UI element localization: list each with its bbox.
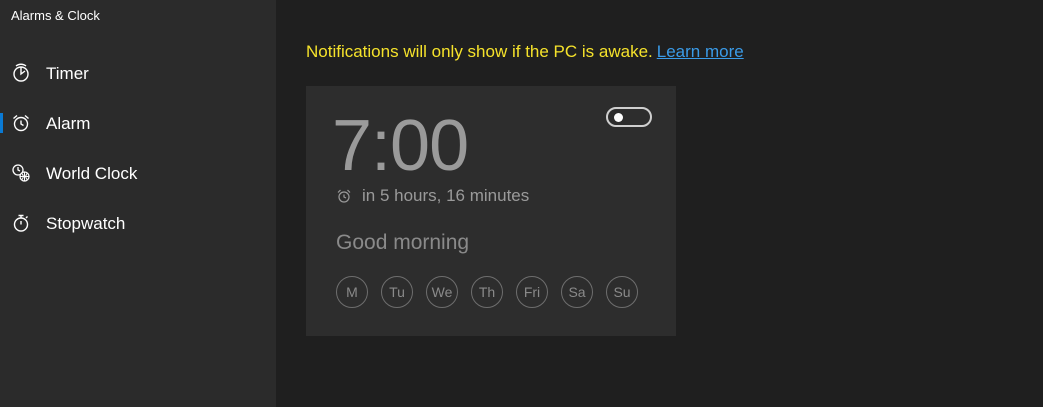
time-remaining-text: in 5 hours, 16 minutes: [362, 186, 530, 205]
day-thursday: Th: [471, 276, 503, 308]
sidebar-item-world-clock[interactable]: World Clock: [0, 153, 276, 193]
sidebar-item-label: World Clock: [46, 164, 138, 183]
notice-text: Notifications will only show if the PC i…: [306, 42, 653, 61]
time-remaining: in 5 hours, 16 minutes: [336, 186, 529, 206]
world-clock-icon: [11, 163, 31, 183]
day-saturday: Sa: [561, 276, 593, 308]
alarms-clock-window: Alarms & Clock Timer Alarm World Clock S…: [0, 0, 1043, 407]
app-title: Alarms & Clock: [11, 8, 100, 23]
sidebar-item-label: Stopwatch: [46, 214, 126, 233]
day-wednesday: We: [426, 276, 458, 308]
day-sunday: Su: [606, 276, 638, 308]
sidebar: Alarms & Clock Timer Alarm World Clock S…: [0, 0, 276, 407]
sidebar-item-alarm[interactable]: Alarm: [0, 103, 276, 143]
toggle-knob: [614, 113, 623, 122]
day-tuesday: Tu: [381, 276, 413, 308]
alarm-time: 7:00: [332, 106, 469, 186]
sidebar-item-label: Timer: [46, 64, 89, 83]
day-friday: Fri: [516, 276, 548, 308]
sidebar-item-stopwatch[interactable]: Stopwatch: [0, 203, 276, 243]
sidebar-item-timer[interactable]: Timer: [0, 53, 276, 93]
alarm-toggle[interactable]: [606, 107, 652, 127]
learn-more-link[interactable]: Learn more: [657, 42, 744, 61]
notification-notice: Notifications will only show if the PC i…: [306, 42, 744, 62]
alarm-clock-icon: [11, 113, 31, 133]
repeat-days: M Tu We Th Fri Sa Su: [336, 276, 651, 308]
alarm-card[interactable]: 7:00 in 5 hours, 16 minutes Good morning…: [306, 86, 676, 336]
alarm-small-icon: [336, 188, 352, 204]
sidebar-item-label: Alarm: [46, 114, 91, 133]
selected-indicator: [0, 113, 3, 133]
timer-icon: [11, 63, 31, 83]
alarm-name: Good morning: [336, 231, 470, 254]
stopwatch-icon: [11, 213, 31, 233]
day-monday: M: [336, 276, 368, 308]
